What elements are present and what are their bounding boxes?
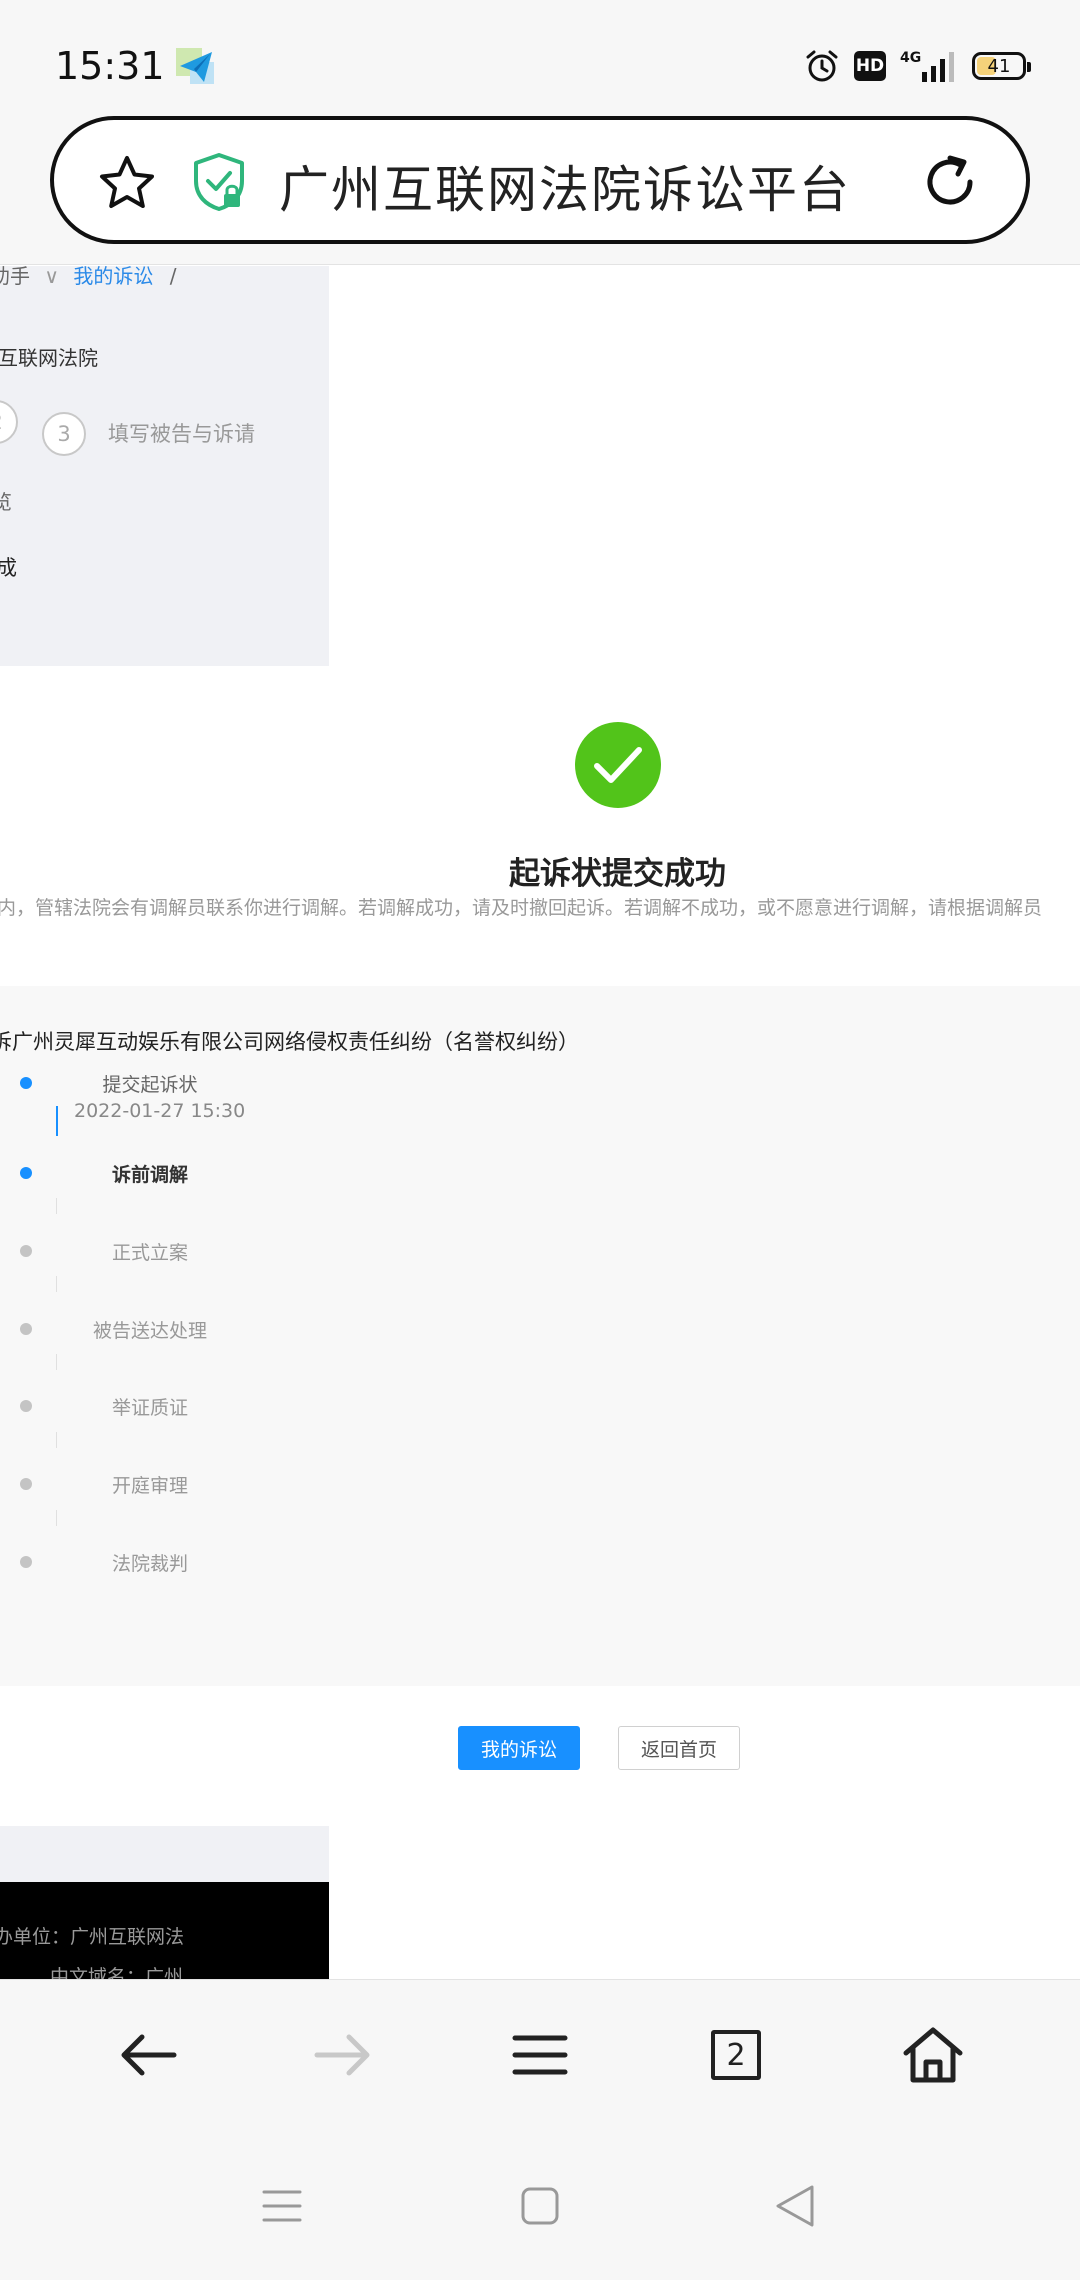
alarm-icon — [806, 50, 838, 82]
network-label: 4G — [900, 50, 921, 66]
timeline-dot — [20, 1077, 32, 1089]
step-sidebar: 助手 ∨ 我的诉讼 / 互联网法院 2 3 填写被告与诉请 览 成 — [0, 266, 329, 666]
menu-button[interactable] — [505, 2020, 575, 2090]
timeline-dot — [20, 1167, 32, 1179]
step-3-circle: 3 — [42, 412, 86, 456]
telegram-icon — [176, 48, 214, 84]
court-name: 互联网法院 — [0, 346, 98, 370]
status-bar: 15:31 HD 4G 41 — [0, 0, 1080, 110]
step-2-circle: 2 — [0, 400, 18, 444]
case-progress-card: 芋诉广州灵犀互动娱乐有限公司网络侵权责任纠纷（名誉权纠纷） 提交起诉状 2022… — [0, 986, 1080, 1686]
browser-toolbar: 2 — [0, 1979, 1080, 2129]
timeline-step-label: 诉前调解 — [111, 1164, 188, 1186]
menu-icon — [512, 2035, 568, 2075]
tabs-icon: 2 — [711, 2030, 761, 2080]
tabs-button[interactable]: 2 — [701, 2020, 771, 2090]
timeline-connector — [56, 1510, 57, 1526]
triangle-back-icon — [776, 2185, 814, 2227]
timeline-dot — [20, 1556, 32, 1568]
timeline-step-label: 法院裁判 — [111, 1553, 188, 1575]
home-icon — [903, 2027, 963, 2083]
square-icon — [521, 2187, 559, 2225]
timeline-step-label: 举证质证 — [111, 1397, 188, 1419]
timeline-step-label: 正式立案 — [111, 1242, 188, 1264]
browser-address-area: 广州互联网法院诉讼平台 — [0, 110, 1080, 265]
back-arrow-icon — [121, 2034, 177, 2076]
success-title: 起诉状提交成功 — [509, 856, 726, 892]
page-title[interactable]: 广州互联网法院诉讼平台 — [279, 150, 851, 222]
forward-arrow-icon — [314, 2034, 370, 2076]
web-content: 助手 ∨ 我的诉讼 / 互联网法院 2 3 填写被告与诉请 览 成 起诉状提交成… — [0, 266, 1080, 1979]
timeline-step-label: 提交起诉状 — [102, 1074, 198, 1096]
page-footer: 办单位：广州互联网法 中文域名：广州 — [0, 1882, 329, 1979]
step-3-label: 填写被告与诉请 — [108, 422, 255, 446]
hd-icon: HD — [854, 51, 886, 81]
timeline-connector — [56, 1198, 57, 1214]
checkmark-icon — [594, 747, 642, 783]
chevron-down-icon[interactable]: ∨ — [44, 266, 59, 288]
success-description: 期内，管辖法院会有调解员联系你进行调解。若调解成功，请及时撤回起诉。若调解不成功… — [0, 897, 1043, 919]
breadcrumb-link-my-litigation[interactable]: 我的诉讼 — [73, 266, 153, 288]
timeline-connector — [56, 1106, 58, 1136]
timeline-connector — [56, 1276, 57, 1292]
breadcrumb-slash: / — [169, 266, 177, 288]
my-litigation-button[interactable]: 我的诉讼 — [458, 1726, 580, 1770]
breadcrumb: 助手 ∨ 我的诉讼 / — [0, 266, 176, 289]
timeline-step-label: 被告送达处理 — [92, 1320, 207, 1342]
timeline-dot — [20, 1323, 32, 1335]
timeline-dot — [20, 1245, 32, 1257]
star-icon[interactable] — [98, 154, 156, 212]
timeline-connector — [56, 1354, 57, 1370]
address-bar[interactable]: 广州互联网法院诉讼平台 — [50, 116, 1030, 244]
back-button[interactable] — [113, 2020, 183, 2090]
success-check-icon — [575, 722, 661, 808]
step-preview-label: 览 — [0, 490, 12, 514]
status-time: 15:31 — [55, 44, 165, 88]
footer-organizer: 办单位：广州互联网法 — [0, 1926, 185, 1948]
step-done-label: 成 — [0, 556, 17, 580]
status-icons: HD 4G 41 — [804, 46, 1031, 86]
battery-icon: 41 — [972, 52, 1031, 80]
reload-icon[interactable] — [920, 152, 980, 212]
footer-domain: 中文域名：广州 — [50, 1966, 184, 1979]
breadcrumb-prefix: 助手 — [0, 266, 30, 288]
timeline-dot — [20, 1400, 32, 1412]
forward-button[interactable] — [308, 2020, 378, 2090]
timeline-connector — [56, 1432, 57, 1448]
system-back-button[interactable] — [770, 2181, 820, 2231]
timeline-step-label: 开庭审理 — [111, 1475, 188, 1497]
recents-button[interactable] — [257, 2181, 307, 2231]
back-home-button[interactable]: 返回首页 — [618, 1726, 740, 1770]
security-shield-icon[interactable] — [192, 152, 246, 212]
battery-level: 41 — [987, 55, 1011, 77]
signal-4g-icon: 4G — [900, 50, 954, 82]
recents-menu-icon — [262, 2190, 302, 2222]
case-title: 芋诉广州灵犀互动娱乐有限公司网络侵权责任纠纷（名誉权纠纷） — [0, 1030, 579, 1054]
timeline-step-time: 2022-01-27 15:30 — [74, 1100, 246, 1122]
system-home-button[interactable] — [515, 2181, 565, 2231]
footer-strip — [0, 1826, 329, 1882]
home-button[interactable] — [898, 2020, 968, 2090]
system-navigation-bar — [0, 2129, 1080, 2280]
timeline-dot — [20, 1478, 32, 1490]
